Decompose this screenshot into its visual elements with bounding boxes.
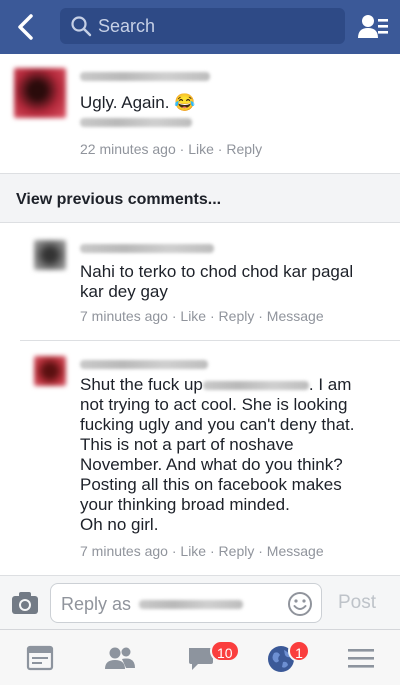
commenter-name[interactable] [80,360,208,369]
message-link[interactable]: Message [267,543,324,559]
reply-line: your thinking broad minded. [80,495,290,514]
reply-line: not trying to act cool. She is looking [80,395,348,414]
divider [0,222,400,223]
comment-text: Ugly. Again. 😂 [80,93,195,113]
messages-badge: 10 [210,640,240,662]
comment-body: Ugly. Again. [80,93,170,112]
back-icon[interactable] [10,10,44,44]
reply-text: Shut the fuck up. I am not trying to act… [80,375,390,535]
reply-link[interactable]: Reply [219,308,255,324]
search-bar[interactable] [60,8,345,44]
reply-placeholder: Reply as [61,594,132,614]
top-bar [0,0,400,54]
reply-link[interactable]: Reply [226,141,262,157]
emoji-icon[interactable] [287,591,313,617]
tab-bar: 10 1 [0,629,400,685]
like-link[interactable]: Like [180,543,206,559]
avatar[interactable] [14,68,66,118]
reply-time[interactable]: 7 minutes ago [80,543,168,559]
laughing-emoji-icon: 😂 [174,93,196,112]
menu-icon[interactable] [346,644,376,672]
reply-time[interactable]: 7 minutes ago [80,308,168,324]
reply-line: fucking ugly and you can't deny that. [80,415,355,434]
camera-icon[interactable] [10,590,40,616]
divider [20,340,400,341]
reply-line: November. And what do you think? [80,455,343,474]
notifications-badge: 1 [288,640,310,662]
reply-composer: Reply as Post [0,575,400,629]
reply-link[interactable]: Reply [219,543,255,559]
avatar[interactable] [34,240,66,270]
reply-line: Shut the fuck up. I am [80,375,352,394]
reply-text: Nahi to terko to chod chod kar pagal kar… [80,262,354,301]
reply-input[interactable]: Reply as [50,583,322,623]
friend-requests-tab-icon[interactable] [104,644,135,672]
friend-requests-icon[interactable] [356,10,390,44]
comment-extra-line [80,118,192,127]
commenter-name[interactable] [80,244,214,253]
reply-line: Posting all this on facebook makes [80,475,342,494]
search-input[interactable] [98,15,328,37]
news-feed-icon[interactable] [25,644,55,672]
comment-meta: 22 minutes ago · Like · Reply [80,141,263,157]
view-previous-comments-link[interactable]: View previous comments... [0,174,400,222]
search-icon [71,16,92,37]
reply-meta: 7 minutes ago · Like · Reply · Message [80,308,324,324]
message-link[interactable]: Message [267,308,324,324]
reply-line: Oh no girl. [80,515,159,534]
user-name [139,600,243,609]
like-link[interactable]: Like [180,308,206,324]
post-button[interactable]: Post [338,592,376,614]
like-link[interactable]: Like [188,141,214,157]
commenter-name[interactable] [80,72,210,81]
mentioned-name[interactable] [202,381,309,391]
reply-meta: 7 minutes ago · Like · Reply · Message [80,543,324,559]
reply-line: This is not a part of noshave [80,435,294,454]
comment-time[interactable]: 22 minutes ago [80,141,176,157]
avatar[interactable] [34,356,66,386]
